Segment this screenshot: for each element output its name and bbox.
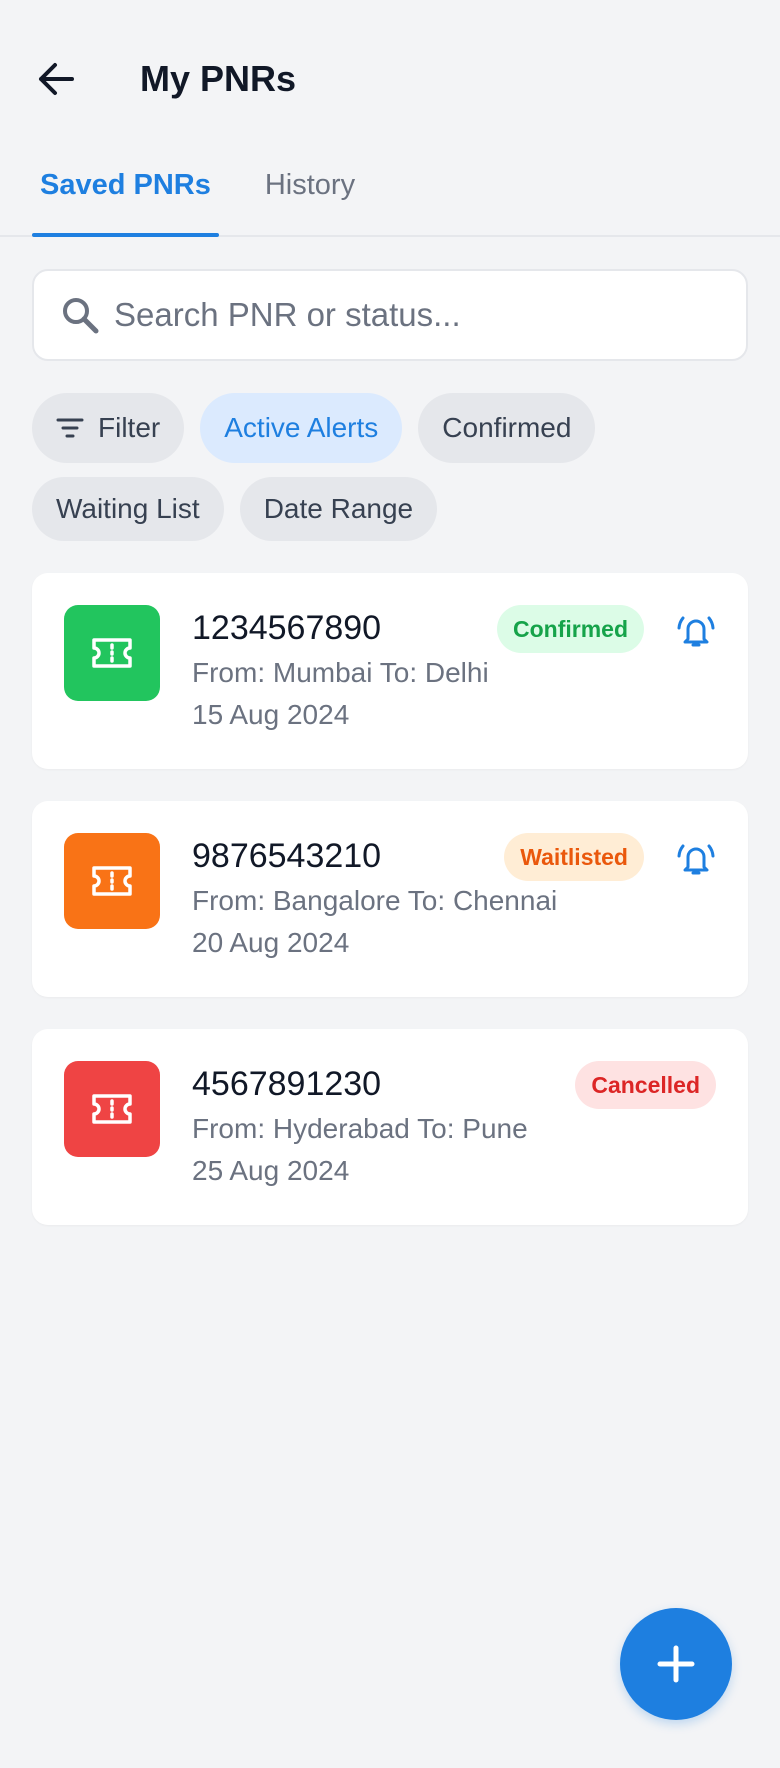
arrow-left-icon [39,63,74,95]
pnr-list: 1234567890 From: Mumbai To: Delhi 15 Aug… [32,573,748,1225]
pnr-route: From: Mumbai To: Delhi [192,657,489,688]
search-input[interactable] [114,296,674,334]
app-bar: My PNRs [0,0,780,136]
pnr-number: 4567891230 [192,1065,382,1103]
chip-waiting-list[interactable]: Waiting List [32,477,224,541]
pnr-card[interactable]: 4567891230 From: Hyderabad To: Pune 25 A… [32,1029,748,1225]
bell-alert-icon [677,844,715,875]
tab-bar: Saved PNRs History [0,136,780,237]
status-badge: Waitlisted [504,833,644,881]
status-badge: Confirmed [497,605,644,653]
chip-date-range[interactable]: Date Range [239,477,438,541]
alert-bell-button[interactable] [676,611,716,651]
chip-confirmed[interactable]: Confirmed [418,393,596,463]
plus-icon [657,1645,695,1683]
pnr-date: 15 Aug 2024 [192,699,350,730]
back-button[interactable] [34,57,78,101]
filter-chip-label: Filter [98,412,161,443]
page-title: My PNRs [140,58,297,99]
pnr-number: 9876543210 [192,837,382,875]
pnr-card[interactable]: 1234567890 From: Mumbai To: Delhi 15 Aug… [32,573,748,769]
filter-chip[interactable]: Filter [32,393,185,463]
status-badge: Cancelled [575,1061,716,1109]
filter-chips: Filter Active Alerts Confirmed Waiting L… [32,393,748,541]
add-pnr-button[interactable] [620,1608,732,1720]
pnr-date: 25 Aug 2024 [192,1155,350,1186]
pnr-date: 20 Aug 2024 [192,927,350,958]
ticket-icon [64,605,160,701]
ticket-icon [64,1061,160,1157]
ticket-icon [64,833,160,929]
alert-bell-button[interactable] [676,839,716,879]
pnr-route: From: Bangalore To: Chennai [192,885,558,916]
pnr-number: 1234567890 [192,609,382,647]
pnr-card[interactable]: 9876543210 From: Bangalore To: Chennai 2… [32,801,748,997]
search-bar[interactable] [32,269,748,361]
search-icon [63,298,99,334]
tab-saved-pnrs[interactable]: Saved PNRs [32,135,219,237]
bell-alert-icon [677,616,715,647]
filter-icon [56,417,84,439]
tab-history[interactable]: History [257,135,363,235]
chip-active-alerts[interactable]: Active Alerts [200,393,403,463]
pnr-route: From: Hyderabad To: Pune [192,1113,528,1144]
